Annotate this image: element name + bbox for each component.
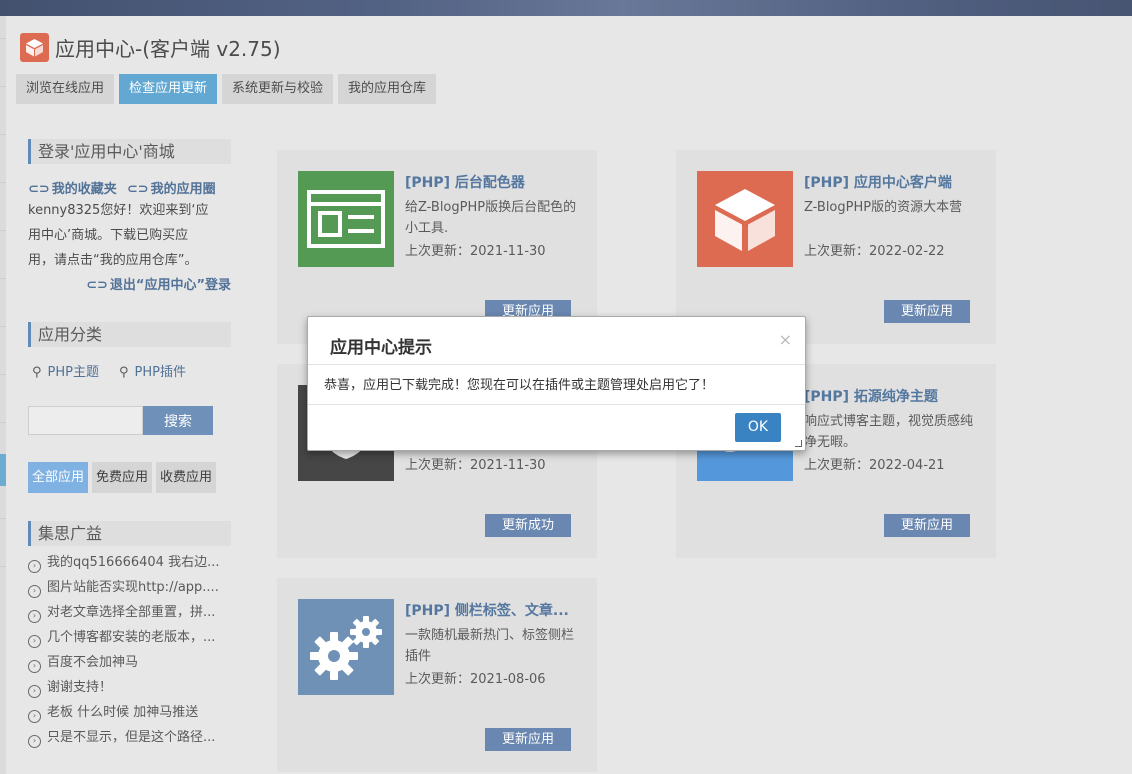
dialog-header: 应用中心提示 × [308,317,805,365]
notice-dialog: 应用中心提示 × 恭喜，应用已下载完成！您现在可以在插件或主题管理处启用它了！ … [307,316,806,451]
ok-button[interactable]: OK [735,413,781,442]
close-icon[interactable]: × [779,330,792,349]
dialog-message: 恭喜，应用已下载完成！您现在可以在插件或主题管理处启用它了！ [308,365,805,405]
dialog-title: 应用中心提示 [330,338,432,358]
resize-handle-icon[interactable] [795,440,802,447]
